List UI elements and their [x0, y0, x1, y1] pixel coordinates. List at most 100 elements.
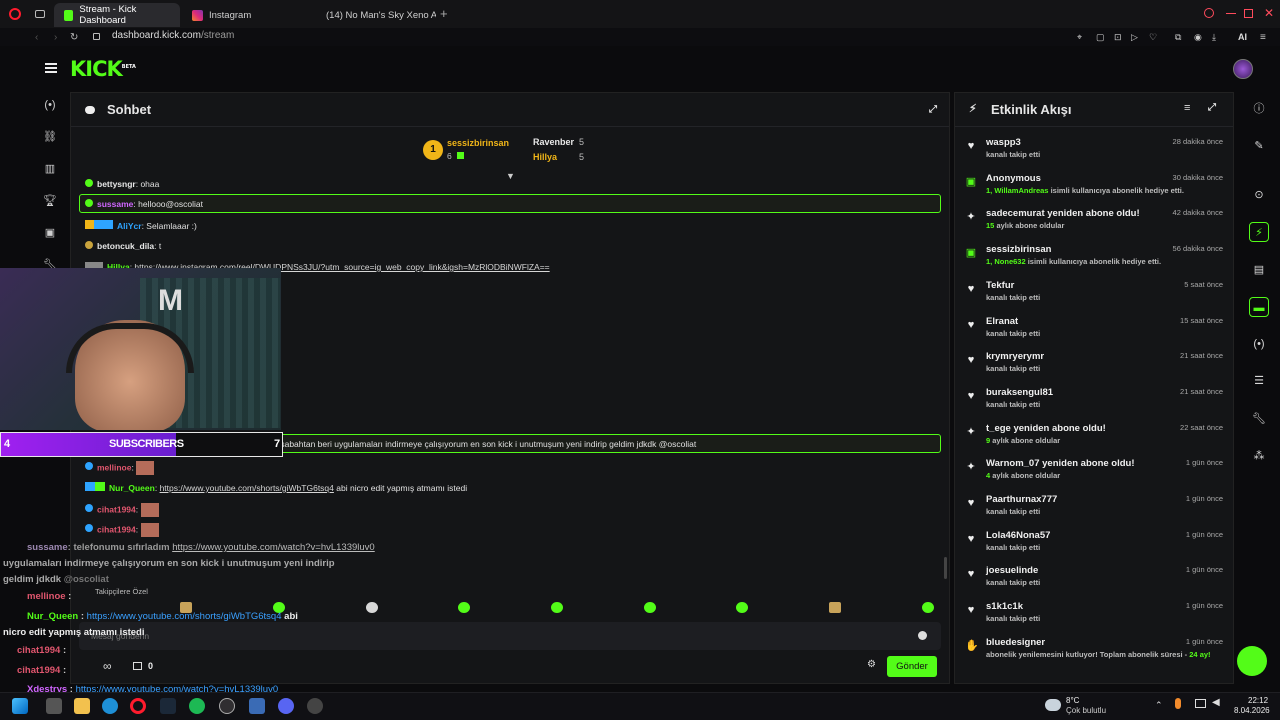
aria-ai-button[interactable]: AI	[1238, 32, 1247, 42]
pin-icon[interactable]: ⌖	[1077, 32, 1082, 43]
link-icon[interactable]: ⛓	[42, 129, 58, 145]
activity-name[interactable]: sessizbirinsan	[986, 244, 1051, 255]
activity-item[interactable]: ✋ bluedesigner abonelik yenilemesini kutlu…	[955, 637, 1233, 672]
supporter-name[interactable]: sessizbirinsan	[447, 138, 509, 148]
spotify-icon[interactable]	[189, 698, 205, 714]
activity-name[interactable]: Paarthurnax777	[986, 494, 1057, 505]
new-tab-icon[interactable]: +	[440, 6, 448, 21]
menu-icon[interactable]: ≡	[1260, 32, 1266, 43]
media-icon[interactable]: ▣	[42, 225, 58, 241]
activity-item[interactable]: ▣ sessizbirinsan 1, None632 isimli kullanı…	[955, 244, 1233, 279]
wrench-icon[interactable]: 🔧︎	[1249, 409, 1269, 429]
emote-icon[interactable]	[458, 602, 470, 613]
collapse-icon[interactable]: ▼	[506, 171, 515, 181]
tab-kick-dashboard[interactable]: Stream - Kick Dashboard	[54, 3, 180, 27]
emoji-icon[interactable]	[918, 631, 927, 640]
activity-bolt-icon[interactable]: ⚡︎	[1249, 222, 1269, 242]
activity-item[interactable]: ✦ Warnom_07 yeniden abone oldu! 4 aylık ab…	[955, 458, 1233, 493]
activity-item[interactable]: ♥ Paarthurnax777 kanalı takip etti 1 gün ön…	[955, 494, 1233, 529]
activity-item[interactable]: ♥ Tekfur kanalı takip etti 5 saat önce	[955, 280, 1233, 315]
activity-item[interactable]: ♥ Lola46Nona57 kanalı takip etti 1 gün önce	[955, 530, 1233, 565]
emote-icon[interactable]	[922, 602, 934, 613]
camera-icon[interactable]: ⊙	[1249, 185, 1269, 205]
app-icon[interactable]	[249, 698, 265, 714]
maximize-icon[interactable]	[1244, 9, 1253, 18]
activity-item[interactable]: ♥ s1k1c1k kanalı takip etti 1 gün önce	[955, 601, 1233, 636]
apps-icon[interactable]: ⁂	[1249, 446, 1269, 466]
popout-icon[interactable]: ⤢	[1208, 102, 1216, 113]
activity-item[interactable]: ✦ t_ege yeniden abone oldu! 9 aylık abone …	[955, 423, 1233, 458]
tab-instagram[interactable]: Instagram	[182, 3, 308, 27]
clock-date[interactable]: 8.04.2026	[1234, 706, 1270, 715]
player-icon[interactable]: ▷	[1131, 32, 1138, 43]
activity-name[interactable]: s1k1c1k	[986, 601, 1023, 612]
info-icon[interactable]: ⓘ	[1249, 99, 1269, 119]
emote-icon[interactable]	[644, 602, 656, 613]
snapshot-icon[interactable]: ▢	[1096, 32, 1105, 43]
crop-icon[interactable]: ⊡	[1114, 32, 1122, 43]
activity-name[interactable]: Warnom_07 yeniden abone oldu!	[986, 458, 1135, 469]
file-explorer-icon[interactable]	[74, 698, 90, 714]
activity-item[interactable]: ▣ Anonymous 1, WillamAndreas isimli kullan…	[955, 173, 1233, 208]
obs-icon[interactable]	[219, 698, 235, 714]
chat-username[interactable]: betoncuk_dila	[97, 241, 154, 251]
analytics-icon[interactable]: ▥	[42, 161, 58, 177]
discord-icon[interactable]	[278, 698, 294, 714]
close-window-icon[interactable]: ✕	[1264, 6, 1274, 20]
activity-item[interactable]: ♥ buraksengul81 kanalı takip etti 21 saat ö…	[955, 387, 1233, 422]
activity-item[interactable]: ✦ sadecemurat yeniden abone oldu! 15 aylık…	[955, 208, 1233, 243]
user-avatar[interactable]	[1233, 59, 1253, 79]
workspaces-icon[interactable]	[35, 10, 45, 18]
emote-icon[interactable]	[366, 602, 378, 613]
volume-icon[interactable]: ◀	[1212, 697, 1220, 708]
popout-icon[interactable]: ⤢	[929, 104, 937, 115]
activity-name[interactable]: Lola46Nona57	[986, 530, 1050, 541]
notes-icon[interactable]: ▤	[1249, 260, 1269, 280]
chat-username[interactable]: mellinoe	[97, 462, 131, 472]
activity-name[interactable]: waspp3	[986, 137, 1021, 148]
network-icon[interactable]	[1195, 699, 1206, 708]
tab-youtube[interactable]: (14) No Man's Sky Xeno A	[310, 3, 436, 27]
activity-name[interactable]: Tekfur	[986, 280, 1014, 291]
account-icon[interactable]: ◉	[1194, 32, 1202, 43]
search-tabs-icon[interactable]	[1204, 8, 1214, 18]
settings-gear-icon[interactable]: ⚙	[867, 659, 876, 670]
trophy-icon[interactable]: 🏆︎	[42, 193, 58, 209]
edge-icon[interactable]	[102, 698, 118, 714]
tray-chevron-icon[interactable]: ⌃	[1155, 700, 1163, 711]
edit-icon[interactable]: ✎	[1249, 136, 1269, 156]
kick-logo[interactable]: KICKBETA	[70, 57, 136, 81]
supporter-name[interactable]: Hillya	[533, 152, 557, 162]
forward-icon[interactable]: ›	[54, 32, 57, 43]
activity-name[interactable]: bluedesigner	[986, 637, 1045, 648]
chat-icon[interactable]: ▬	[1249, 297, 1269, 317]
app-icon[interactable]	[307, 698, 323, 714]
steam-icon[interactable]	[160, 698, 176, 714]
search-taskbar-icon[interactable]	[46, 698, 62, 714]
chat-username[interactable]: Nur_Queen	[109, 483, 155, 493]
activity-name[interactable]: joesuelinde	[986, 565, 1038, 576]
minimize-icon[interactable]	[1226, 13, 1236, 14]
activity-name[interactable]: krymryerymr	[986, 351, 1044, 362]
chat-scrollbar[interactable]	[944, 557, 947, 579]
support-chat-button[interactable]	[1237, 646, 1267, 676]
chat-link[interactable]: https://www.youtube.com/shorts/giWbTG6ts…	[160, 483, 334, 493]
extensions-icon[interactable]: ⧉	[1175, 32, 1181, 43]
mic-icon[interactable]	[1175, 698, 1181, 709]
download-icon[interactable]: ⤓	[1212, 32, 1216, 43]
activity-name[interactable]: sadecemurat yeniden abone oldu!	[986, 208, 1140, 219]
filter-icon[interactable]: ≡	[1184, 102, 1190, 114]
opera-icon[interactable]	[130, 698, 146, 714]
chat-username[interactable]: cihat1994	[97, 524, 136, 534]
activity-name[interactable]: Anonymous	[986, 173, 1041, 184]
activity-name[interactable]: buraksengul81	[986, 387, 1053, 398]
reload-icon[interactable]: ↻	[70, 32, 78, 43]
opera-logo-icon[interactable]	[9, 8, 21, 20]
send-button[interactable]: Gönder	[887, 656, 937, 677]
chat-username[interactable]: bettysngr	[97, 179, 136, 189]
emote-icon[interactable]	[736, 602, 748, 613]
heart-icon[interactable]: ♡	[1149, 32, 1157, 43]
list-icon[interactable]: ☰	[1249, 371, 1269, 391]
supporter-name[interactable]: Ravenber	[533, 137, 574, 147]
activity-name[interactable]: t_ege yeniden abone oldu!	[986, 423, 1106, 434]
